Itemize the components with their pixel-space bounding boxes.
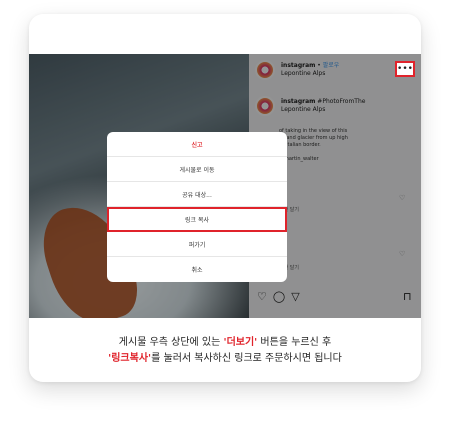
tutorial-card: instagram • 팔로우 Lepontine Alps ••• insta… bbox=[29, 14, 421, 382]
embed-option[interactable]: 퍼가기 bbox=[107, 232, 287, 257]
instruction-caption: 게시물 우측 상단에 있는 '더보기' 버튼을 누르신 후 '링크복사'를 눌러… bbox=[29, 320, 421, 382]
instruction-line-2: '링크복사'를 눌러서 복사하신 링크로 주문하시면 됩니다 bbox=[108, 353, 342, 364]
options-modal: 신고 게시물로 이동 공유 대상... 링크 복사 퍼가기 취소 bbox=[107, 132, 287, 282]
share-to-option[interactable]: 공유 대상... bbox=[107, 182, 287, 207]
report-option[interactable]: 신고 bbox=[107, 132, 287, 157]
go-to-post-option[interactable]: 게시물로 이동 bbox=[107, 157, 287, 182]
more-options-highlight[interactable]: ••• bbox=[395, 61, 415, 77]
more-label-accent: '더보기' bbox=[223, 337, 258, 348]
instagram-screenshot: instagram • 팔로우 Lepontine Alps ••• insta… bbox=[29, 54, 421, 318]
copy-link-accent: '링크복사' bbox=[108, 353, 152, 364]
copy-link-option[interactable]: 링크 복사 bbox=[107, 207, 287, 232]
cancel-option[interactable]: 취소 bbox=[107, 257, 287, 282]
instruction-line-1: 게시물 우측 상단에 있는 '더보기' 버튼을 누르신 후 bbox=[118, 337, 332, 348]
more-horizontal-icon: ••• bbox=[397, 63, 413, 74]
